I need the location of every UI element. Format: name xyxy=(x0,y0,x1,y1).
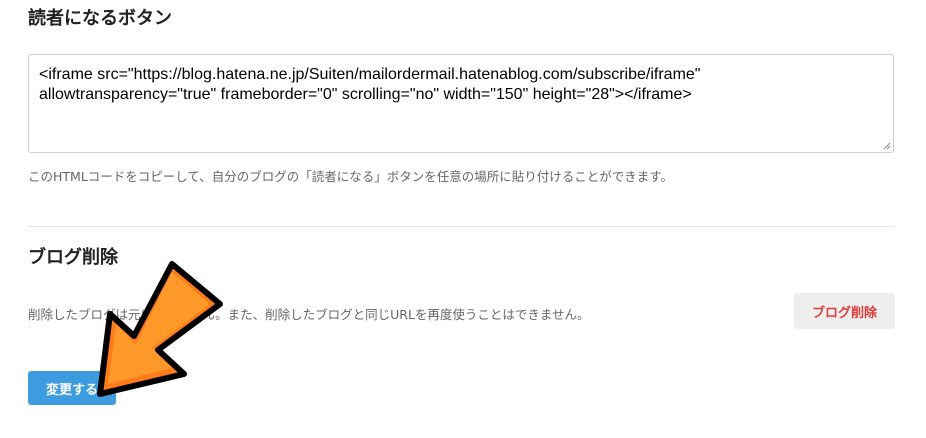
embed-code-line-2: allowtransparency="true" frameborder="0"… xyxy=(39,86,692,103)
embed-code-line-1: <iframe src="https://blog.hatena.ne.jp/S… xyxy=(39,66,701,83)
blog-delete-section-title: ブログ削除 xyxy=(28,247,118,268)
submit-changes-button[interactable]: 変更する xyxy=(28,371,116,405)
embed-code-help-text: このHTMLコードをコピーして、自分のブログの「読者になる」ボタンを任意の場所に… xyxy=(28,169,674,184)
section-divider xyxy=(28,226,894,227)
blog-delete-description: 削除したブログは元に戻せません。また、削除したブログと同じURLを再度使うことは… xyxy=(28,307,590,322)
embed-code-textarea[interactable]: <iframe src="https://blog.hatena.ne.jp/S… xyxy=(28,54,894,153)
settings-page: 読者になるボタン <iframe src="https://blog.haten… xyxy=(0,0,926,438)
resize-grip-icon[interactable] xyxy=(883,142,891,150)
reader-button-section-title: 読者になるボタン xyxy=(28,8,172,29)
delete-blog-button[interactable]: ブログ削除 xyxy=(794,293,895,329)
